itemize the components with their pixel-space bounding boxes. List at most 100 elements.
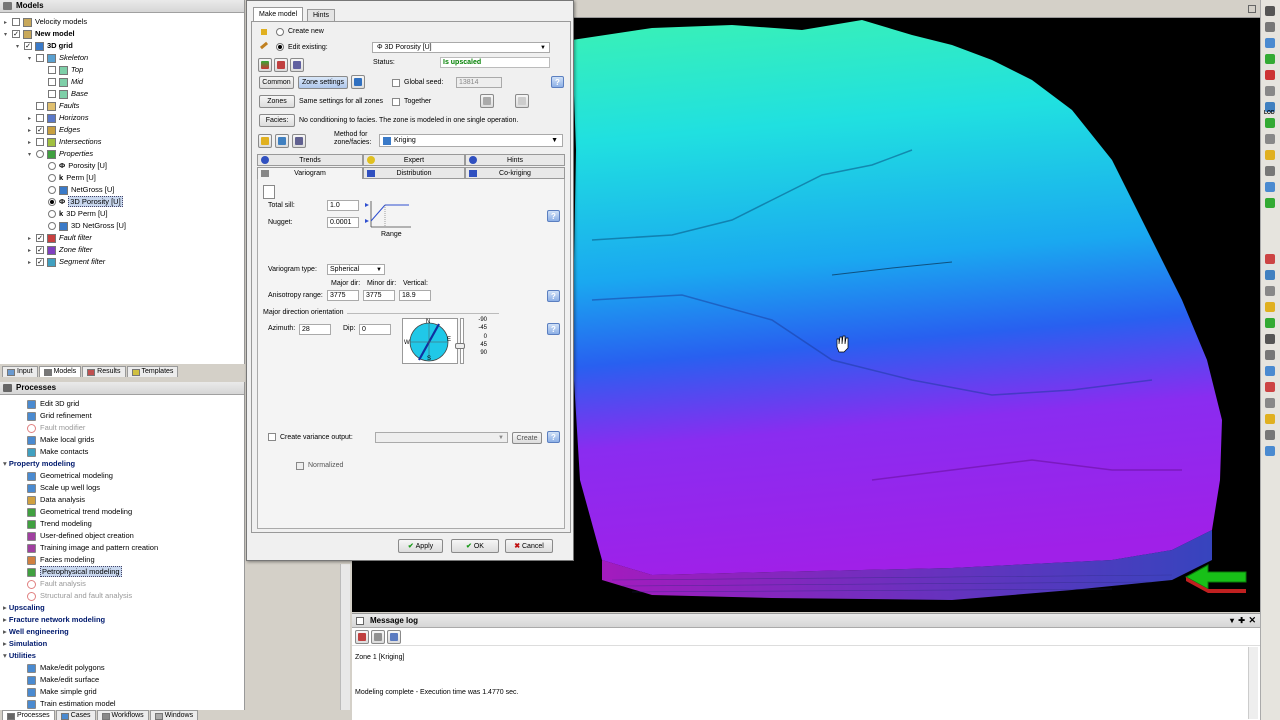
checkbox-icon[interactable]: ✓: [36, 126, 44, 135]
view-tool-icon[interactable]: [1263, 428, 1277, 442]
checkbox-icon[interactable]: ✓: [36, 258, 44, 267]
view-tool-icon[interactable]: [1263, 116, 1277, 130]
new-document-icon[interactable]: [263, 185, 275, 199]
subtab-hints[interactable]: Hints: [465, 154, 565, 166]
log-scrollbar[interactable]: [1248, 647, 1258, 719]
azimuth-compass[interactable]: N S E W: [402, 318, 458, 364]
view-tool-icon[interactable]: [1263, 300, 1277, 314]
tree-item[interactable]: ▸ ✓ Fault filter: [28, 232, 92, 244]
process-group[interactable]: ▸ Upscaling: [3, 602, 45, 614]
view-tool-icon[interactable]: [1263, 52, 1277, 66]
zones-button[interactable]: Zones: [259, 95, 295, 108]
edit-existing-radio[interactable]: [276, 43, 284, 51]
copy-log-button[interactable]: [371, 630, 385, 644]
tree-item[interactable]: k 3D Perm [U]: [40, 208, 108, 220]
tab-models[interactable]: Models: [38, 366, 82, 377]
process-item[interactable]: Geometrical modeling: [27, 470, 113, 482]
copy-zones-button[interactable]: [480, 94, 494, 108]
view-tool-icon[interactable]: [1263, 196, 1277, 210]
view-tool-icon[interactable]: [1263, 164, 1277, 178]
expander-icon[interactable]: ▾: [28, 53, 36, 65]
help-icon[interactable]: ?: [547, 290, 560, 302]
help-icon[interactable]: ?: [551, 76, 564, 88]
tab-input[interactable]: Input: [2, 366, 38, 377]
process-item[interactable]: Make/edit surface: [27, 674, 99, 686]
checkbox-icon[interactable]: [12, 18, 20, 27]
process-item[interactable]: Trend modeling: [27, 518, 92, 530]
nugget-field[interactable]: 0.0001: [327, 217, 359, 228]
major-range-field[interactable]: 3775: [327, 290, 359, 301]
dialog-tab-make-model[interactable]: Make model: [253, 7, 304, 21]
process-item[interactable]: Petrophysical modeling: [27, 566, 122, 578]
variogram-type-select[interactable]: Spherical ▼: [327, 264, 385, 275]
radio-icon[interactable]: [48, 174, 56, 183]
view-tool-icon[interactable]: [1263, 20, 1277, 34]
property-icon-button[interactable]: [258, 58, 272, 72]
help-icon[interactable]: ?: [547, 323, 560, 335]
view-tool-icon[interactable]: [1263, 396, 1277, 410]
process-item[interactable]: Structural and fault analysis: [27, 590, 132, 602]
view-tool-icon[interactable]: [1263, 268, 1277, 282]
dialog-tab-hints[interactable]: Hints: [307, 9, 335, 21]
create-new-radio[interactable]: [276, 28, 284, 36]
tab-results[interactable]: Results: [82, 366, 126, 377]
expander-icon[interactable]: ▾: [16, 41, 24, 53]
tab-cases[interactable]: Cases: [55, 710, 96, 720]
radio-icon[interactable]: [48, 186, 56, 195]
checkbox-icon[interactable]: ✓: [36, 234, 44, 243]
process-item[interactable]: Fault modifier: [27, 422, 85, 434]
zone-settings-icon-button[interactable]: [351, 75, 365, 89]
process-item[interactable]: Data analysis: [27, 494, 85, 506]
process-item[interactable]: Training image and pattern creation: [27, 542, 158, 554]
radio-icon[interactable]: [48, 162, 56, 171]
view-tool-icon[interactable]: [1263, 348, 1277, 362]
process-item[interactable]: Geometrical trend modeling: [27, 506, 132, 518]
tree-item[interactable]: ▾ Skeleton: [28, 52, 88, 64]
view-tool-icon[interactable]: [1263, 380, 1277, 394]
view-tool-icon[interactable]: [1263, 364, 1277, 378]
view-tool-icon[interactable]: [1263, 180, 1277, 194]
create-button[interactable]: Create: [512, 432, 542, 444]
process-group[interactable]: ▾ Property modeling: [3, 458, 75, 470]
log-pin-icon[interactable]: ✚: [1238, 614, 1245, 627]
clear-log-button[interactable]: [355, 630, 369, 644]
radio-icon[interactable]: [48, 210, 56, 219]
help-icon[interactable]: ?: [547, 431, 560, 443]
normalized-checkbox[interactable]: [296, 462, 304, 470]
process-item[interactable]: Make contacts: [27, 446, 88, 458]
subtab-expert[interactable]: Expert: [363, 154, 465, 166]
total-sill-field[interactable]: 1.0: [327, 200, 359, 211]
azimuth-field[interactable]: 28: [299, 324, 331, 335]
view-tool-icon[interactable]: [1263, 332, 1277, 346]
tree-item[interactable]: 3D NetGross [U]: [40, 220, 126, 232]
tab-workflows[interactable]: Workflows: [96, 710, 149, 720]
tab-processes[interactable]: Processes: [2, 710, 55, 720]
tree-item[interactable]: NetGross [U]: [40, 184, 114, 196]
global-seed-checkbox[interactable]: [392, 79, 400, 87]
tree-item[interactable]: Base: [40, 88, 88, 100]
variance-output-checkbox[interactable]: [268, 433, 276, 441]
method-icon-button-1[interactable]: [258, 134, 272, 148]
ok-button[interactable]: ✔ OK: [451, 539, 499, 553]
expander-icon[interactable]: ▾: [28, 149, 36, 161]
tree-item[interactable]: ▾ ✓ New model: [4, 28, 75, 40]
view-tool-icon[interactable]: [1263, 444, 1277, 458]
minor-range-field[interactable]: 3775: [363, 290, 395, 301]
subtab-variogram[interactable]: Variogram: [257, 167, 363, 179]
property-select[interactable]: Φ 3D Porosity [U] ▼: [372, 42, 550, 53]
tab-windows[interactable]: Windows: [149, 710, 199, 720]
log-close-icon[interactable]: ✕: [1248, 614, 1256, 627]
common-button[interactable]: Common: [259, 76, 294, 89]
checkbox-icon[interactable]: [48, 66, 56, 75]
process-item[interactable]: Make/edit polygons: [27, 662, 105, 674]
cancel-button[interactable]: ✖ Cancel: [505, 539, 553, 553]
subtab-distribution[interactable]: Distribution: [363, 167, 465, 179]
view-tool-icon[interactable]: [1263, 148, 1277, 162]
tree-item[interactable]: ▸ ✓ Segment filter: [28, 256, 105, 268]
view-tool-icon[interactable]: [1263, 316, 1277, 330]
vertical-range-field[interactable]: 18.9: [399, 290, 431, 301]
view-tool-icon[interactable]: [1263, 4, 1277, 18]
help-icon[interactable]: ?: [547, 210, 560, 222]
radio-icon[interactable]: [36, 150, 44, 159]
tree-item[interactable]: k Perm [U]: [40, 172, 96, 184]
